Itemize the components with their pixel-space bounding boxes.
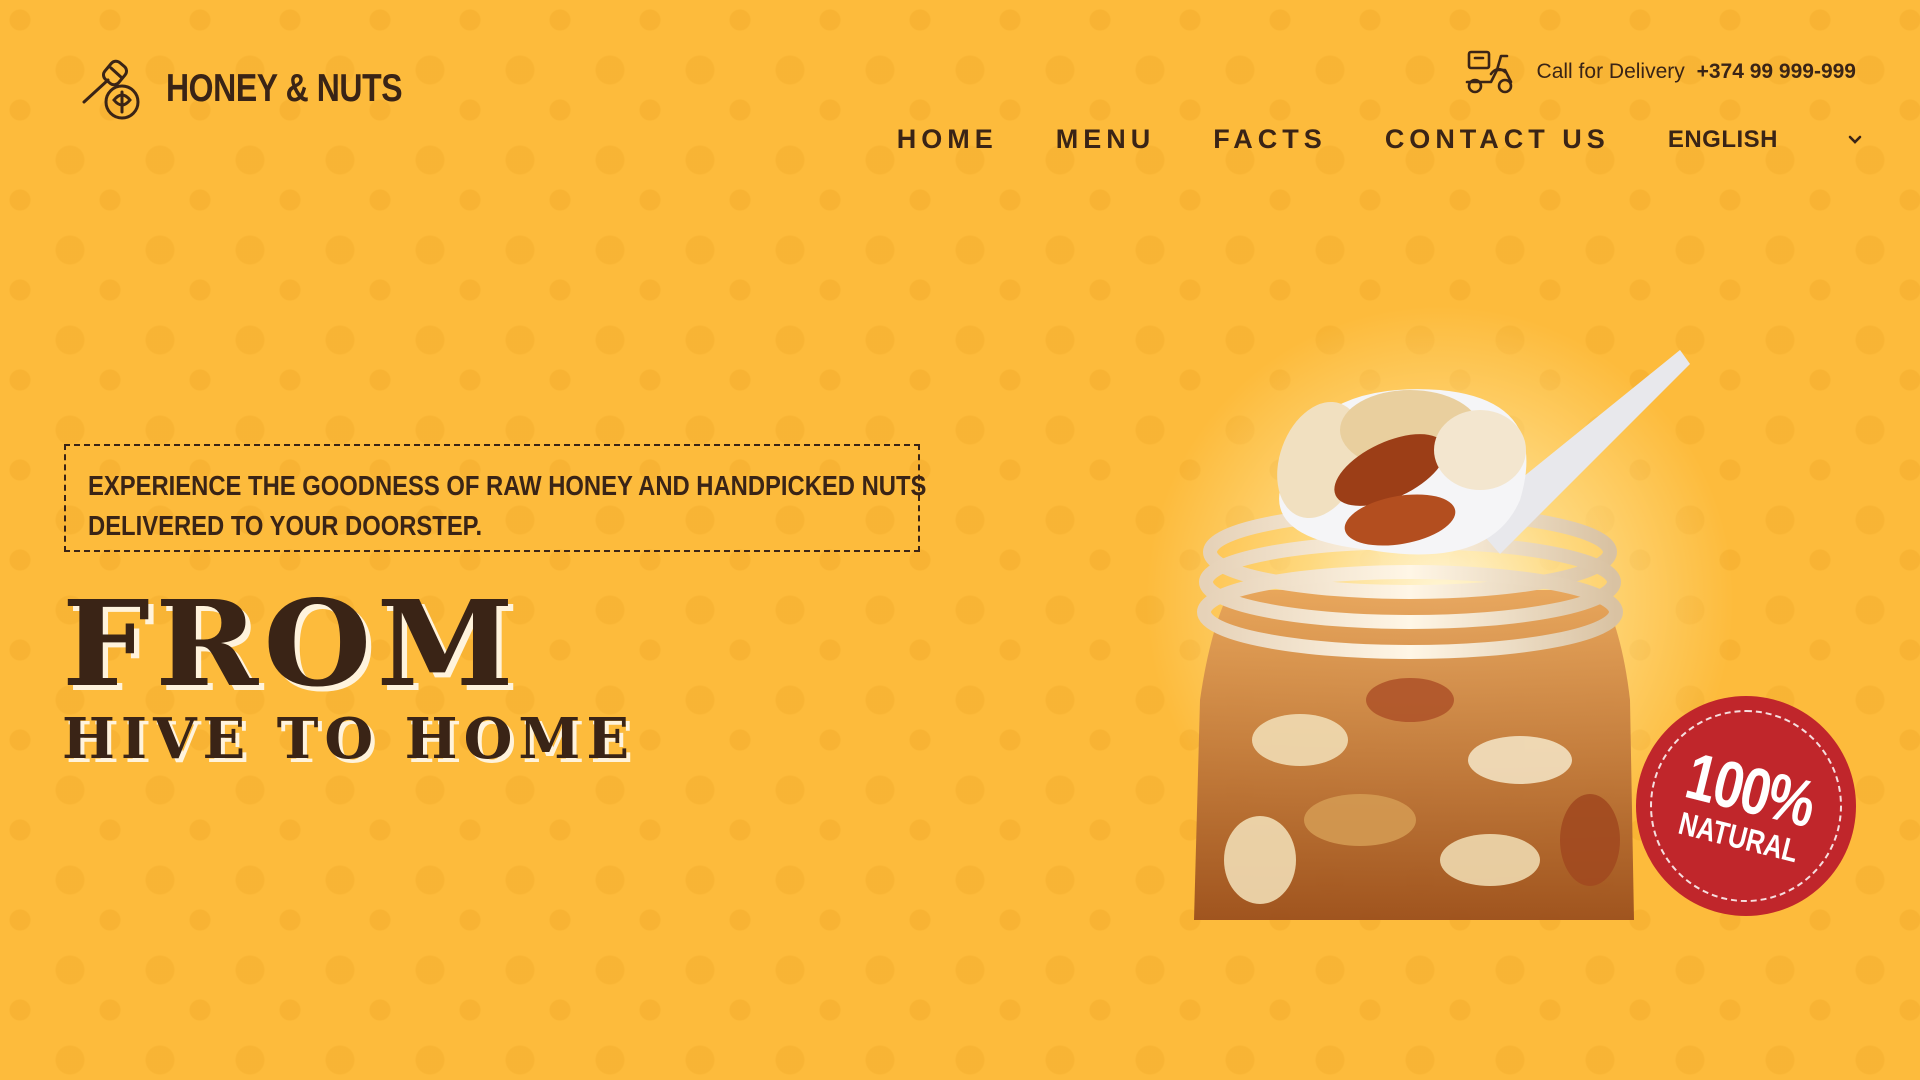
delivery-phone-link[interactable]: +374 99 999-999 <box>1697 60 1856 83</box>
delivery-scooter-icon <box>1465 50 1512 94</box>
brand-logo[interactable]: HONEY & NUTS <box>78 54 454 124</box>
natural-badge: 100% NATURAL <box>1636 696 1856 916</box>
tagline-box: EXPERIENCE THE GOODNESS OF RAW HONEY AND… <box>64 444 926 552</box>
nav-contact-us[interactable]: CONTACT US <box>1385 124 1610 155</box>
chevron-down-icon <box>1848 135 1862 144</box>
nav-menu[interactable]: MENU <box>1056 124 1156 155</box>
language-select[interactable]: ENGLISH <box>1668 126 1862 154</box>
hero-title-line2: HIVE TO HOME <box>62 706 636 772</box>
nav-facts[interactable]: FACTS <box>1213 124 1327 155</box>
brand-name: HONEY & NUTS <box>166 67 403 110</box>
hero-title-line1: FROM <box>62 574 520 713</box>
nav-home[interactable]: HOME <box>897 124 998 155</box>
honey-jar-image <box>1194 350 1690 920</box>
tagline-text: EXPERIENCE THE GOODNESS OF RAW HONEY AND… <box>88 470 927 541</box>
delivery-label: Call for Delivery <box>1536 60 1685 83</box>
language-selected: ENGLISH <box>1667 125 1778 153</box>
honey-dipper-nut-icon <box>82 59 140 120</box>
delivery-info[interactable]: Call for Delivery +374 99 999-999 <box>1463 48 1856 96</box>
main-nav: HOME MENU FACTS CONTACT US ENGLISH <box>897 124 1862 155</box>
